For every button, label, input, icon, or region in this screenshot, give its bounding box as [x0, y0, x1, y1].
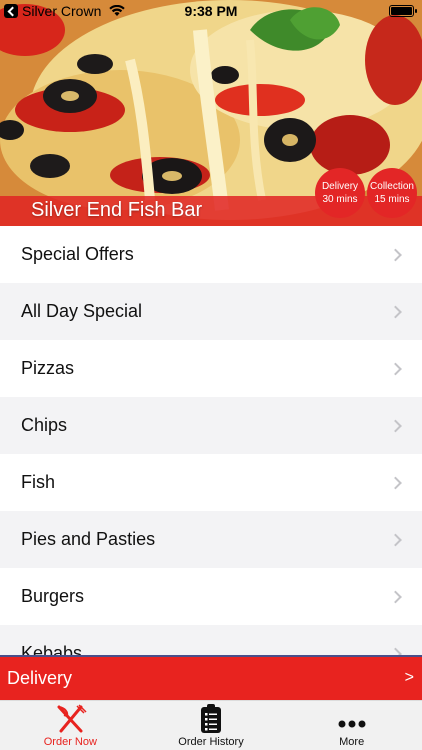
order-mode-button[interactable]: Delivery > [0, 657, 422, 700]
hero-banner: Silver End Fish Bar Delivery 30 mins Col… [0, 0, 422, 226]
chevron-right-icon: > [404, 669, 414, 686]
menu-item-label: Burgers [21, 586, 85, 606]
tab-label: Order Now [43, 736, 97, 748]
menu-item-label: Chips [21, 415, 68, 435]
delivery-time-badge: Delivery 30 mins [315, 168, 365, 218]
restaurant-name: Silver End Fish Bar [31, 199, 203, 221]
menu-item-pizzas[interactable]: Pizzas [0, 340, 422, 397]
chevron-right-icon [389, 533, 402, 546]
tab-more[interactable]: More [281, 701, 422, 750]
menu-item-label: Fish [21, 472, 56, 492]
menu-item-fish[interactable]: Fish [0, 454, 422, 511]
fork-knife-icon [57, 704, 87, 733]
collection-time-badge: Collection 15 mins [367, 168, 417, 218]
chevron-right-icon [389, 362, 402, 375]
delivery-badge-label: Delivery [321, 181, 359, 192]
battery-icon [389, 5, 417, 17]
chevron-right-icon [389, 590, 402, 603]
chevron-right-icon [389, 476, 402, 489]
delivery-badge-time: 30 mins [322, 194, 358, 205]
status-bar: Silver Crown 9:38 PM [0, 0, 422, 22]
tab-label: More [339, 736, 365, 748]
menu-item-special-offers[interactable]: Special Offers [0, 226, 422, 283]
tab-label: Order History [178, 736, 244, 748]
chevron-right-icon [389, 305, 402, 318]
chevron-right-icon [389, 419, 402, 432]
tab-order-history[interactable]: Order History [141, 701, 282, 750]
menu-item-all-day-special[interactable]: All Day Special [0, 283, 422, 340]
order-mode-label: Delivery [7, 668, 73, 688]
ellipsis-icon [338, 720, 366, 728]
menu-item-chips[interactable]: Chips [0, 397, 422, 454]
menu-item-label: Pies and Pasties [21, 529, 156, 549]
menu-item-kebabs[interactable]: Kebabs [0, 625, 422, 656]
menu-category-list: Special Offers All Day Special Pizzas Ch… [0, 226, 422, 656]
tab-bar: Order Now Order History More [0, 700, 422, 750]
menu-item-label: Pizzas [21, 358, 75, 378]
menu-item-burgers[interactable]: Burgers [0, 568, 422, 625]
tab-order-now[interactable]: Order Now [0, 701, 141, 750]
chevron-right-icon [389, 248, 402, 261]
collection-badge-time: 15 mins [374, 194, 410, 205]
menu-item-label: All Day Special [21, 301, 143, 321]
clipboard-list-icon [201, 704, 221, 733]
status-time: 9:38 PM [184, 3, 238, 19]
menu-item-pies-and-pasties[interactable]: Pies and Pasties [0, 511, 422, 568]
menu-item-label: Special Offers [21, 244, 134, 264]
collection-badge-label: Collection [370, 181, 414, 192]
battery-level [391, 7, 412, 15]
